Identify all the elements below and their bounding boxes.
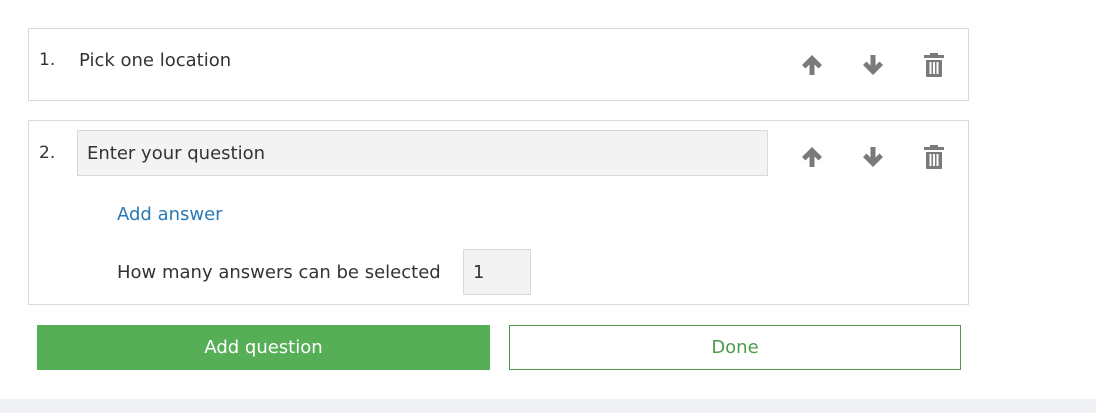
done-button[interactable]: Done (509, 325, 961, 370)
arrow-down-icon (861, 145, 885, 169)
footer-band (0, 399, 1096, 413)
question-card-1: 1. Pick one location (28, 28, 969, 101)
move-up-button[interactable] (797, 142, 827, 172)
question-input[interactable] (77, 130, 768, 176)
question-number: 2. (39, 143, 56, 163)
arrow-up-icon (800, 145, 824, 169)
trash-icon (923, 144, 945, 170)
trash-icon (923, 52, 945, 78)
move-up-button[interactable] (797, 50, 827, 80)
max-answers-input[interactable] (463, 249, 531, 295)
arrow-down-icon (861, 53, 885, 77)
move-down-button[interactable] (858, 142, 888, 172)
add-answer-link[interactable]: Add answer (117, 204, 223, 225)
delete-question-button[interactable] (919, 142, 949, 172)
max-answers-label: How many answers can be selected (117, 262, 441, 283)
add-question-button[interactable]: Add question (37, 325, 490, 370)
delete-question-button[interactable] (919, 50, 949, 80)
question-card-2: 2. Add answer How many answers can be (28, 120, 969, 305)
question-number: 1. (39, 50, 56, 70)
question-text[interactable]: Pick one location (79, 50, 231, 71)
move-down-button[interactable] (858, 50, 888, 80)
arrow-up-icon (800, 53, 824, 77)
